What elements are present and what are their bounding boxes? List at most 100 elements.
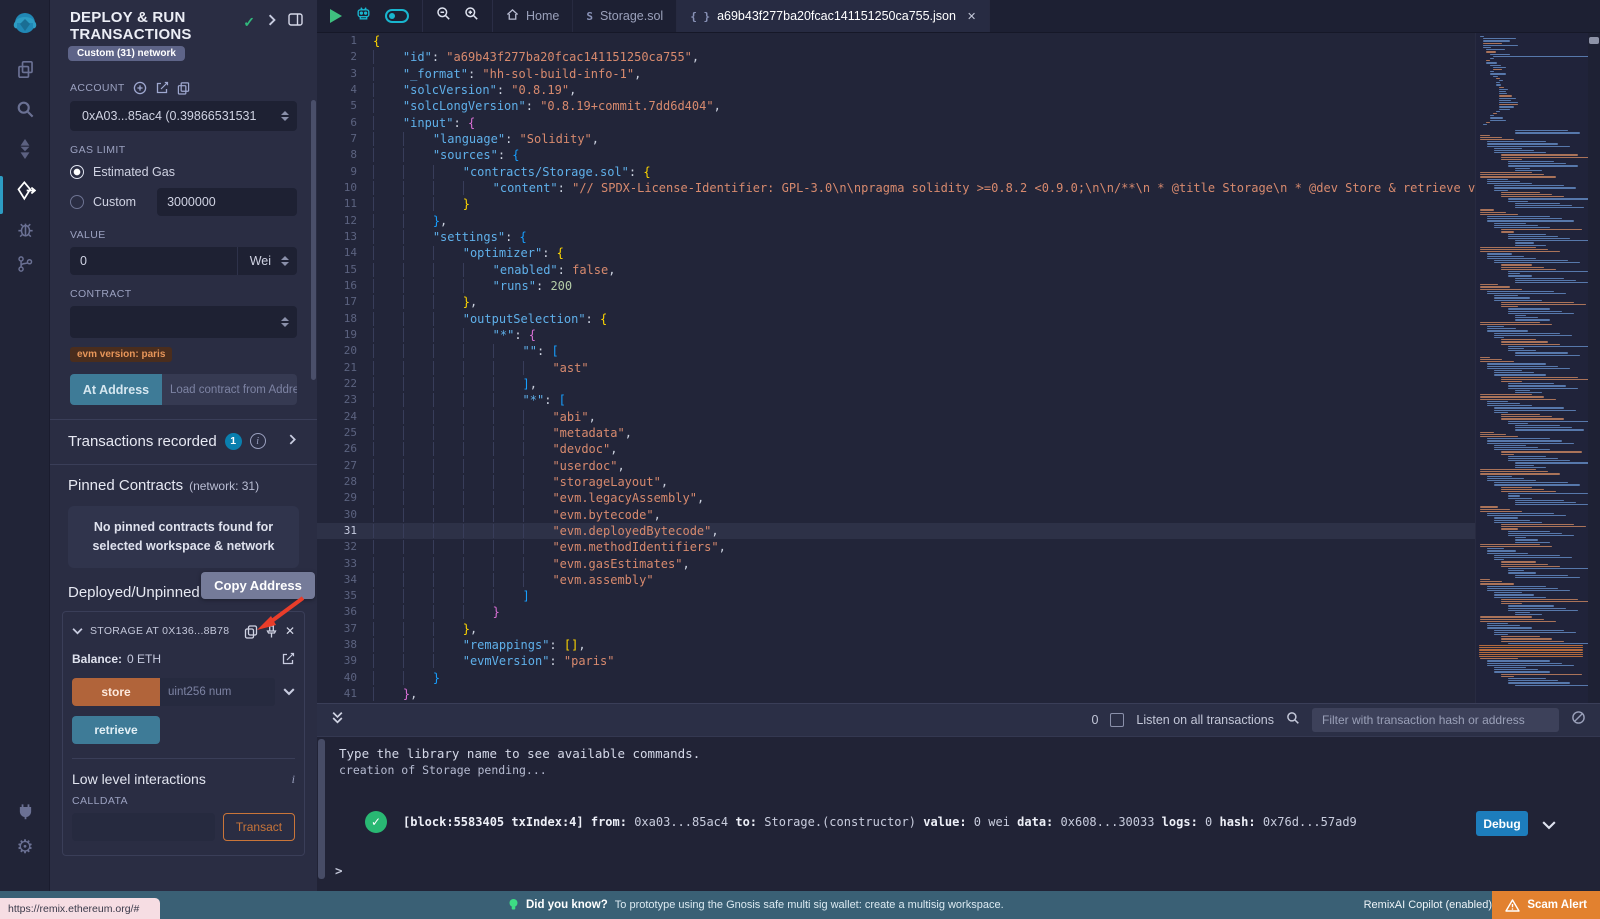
code-line[interactable]: 38 "remappings": [], — [317, 637, 1475, 653]
code-line[interactable]: 34 "evm.assembly" — [317, 572, 1475, 588]
code-line[interactable]: 4 "solcVersion": "0.8.19", — [317, 82, 1475, 98]
contract-instance-title[interactable]: STORAGE AT 0X136...8B78 — [90, 625, 237, 637]
collapse-terminal-icon[interactable] — [331, 711, 344, 730]
code-line[interactable]: 30 "evm.bytecode", — [317, 507, 1475, 523]
retrieve-button[interactable]: retrieve — [72, 716, 160, 744]
terminal-prompt[interactable]: > — [335, 863, 343, 878]
estimated-gas-radio[interactable] — [70, 165, 84, 179]
code-editor[interactable]: 1{2 "id": "a69b43f277ba20fcac141151250ca… — [317, 33, 1600, 703]
code-line[interactable]: 15 "enabled": false, — [317, 262, 1475, 278]
code-line[interactable]: 23 "*": [ — [317, 392, 1475, 408]
line-number[interactable]: 32 — [317, 539, 373, 555]
line-number[interactable]: 33 — [317, 556, 373, 572]
code-line[interactable]: 28 "storageLayout", — [317, 474, 1475, 490]
chevron-right-icon[interactable] — [267, 14, 277, 26]
line-number[interactable]: 21 — [317, 360, 373, 376]
expand-args-chevron-icon[interactable] — [283, 683, 295, 701]
code-line[interactable]: 18 "outputSelection": { — [317, 311, 1475, 327]
contract-select[interactable] — [70, 306, 297, 338]
file-explorer-icon[interactable] — [0, 60, 50, 79]
store-button[interactable]: store — [72, 678, 160, 706]
code-line[interactable]: 29 "evm.legacyAssembly", — [317, 490, 1475, 506]
code-line[interactable]: 11 } — [317, 196, 1475, 212]
code-line[interactable]: 31 "evm.deployedBytecode", — [317, 523, 1475, 539]
line-number[interactable]: 37 — [317, 621, 373, 637]
panel-scrollbar[interactable] — [311, 100, 316, 380]
git-branch-icon[interactable] — [0, 255, 50, 273]
code-line[interactable]: 10 "content": "// SPDX-License-Identifie… — [317, 180, 1475, 196]
code-lines[interactable]: 1{2 "id": "a69b43f277ba20fcac141151250ca… — [317, 33, 1475, 702]
custom-gas-input[interactable] — [157, 188, 297, 216]
transactions-recorded-row[interactable]: Transactions recorded 1 i — [50, 420, 317, 450]
code-line[interactable]: 36 } — [317, 604, 1475, 620]
solidity-compiler-icon[interactable] — [0, 139, 50, 159]
zoom-in-icon[interactable] — [464, 6, 479, 26]
zoom-out-icon[interactable] — [436, 6, 451, 26]
line-number[interactable]: 36 — [317, 604, 373, 620]
code-line[interactable]: 41 }, — [317, 686, 1475, 702]
code-line[interactable]: 35 ] — [317, 588, 1475, 604]
copy-account-icon[interactable] — [177, 81, 190, 95]
run-script-icon[interactable] — [330, 9, 342, 23]
line-number[interactable]: 24 — [317, 409, 373, 425]
minimap[interactable] — [1475, 33, 1588, 703]
debug-button[interactable]: Debug — [1476, 811, 1528, 836]
code-line[interactable]: 32 "evm.methodIdentifiers", — [317, 539, 1475, 555]
code-line[interactable]: 25 "metadata", — [317, 425, 1475, 441]
line-number[interactable]: 3 — [317, 66, 373, 82]
calldata-input[interactable] — [72, 813, 215, 841]
expand-chevron-icon[interactable] — [288, 432, 297, 450]
line-number[interactable]: 25 — [317, 425, 373, 441]
code-line[interactable]: 6 "input": { — [317, 115, 1475, 131]
search-icon[interactable] — [0, 100, 50, 119]
estimated-gas-option[interactable]: Estimated Gas — [70, 165, 297, 179]
code-line[interactable]: 24 "abi", — [317, 409, 1475, 425]
collapse-chevron-icon[interactable] — [72, 622, 83, 640]
code-line[interactable]: 5 "solcLongVersion": "0.8.19+commit.7dd6… — [317, 98, 1475, 114]
code-line[interactable]: 27 "userdoc", — [317, 458, 1475, 474]
code-line[interactable]: 2 "id": "a69b43f277ba20fcac141151250ca75… — [317, 49, 1475, 65]
copilot-status[interactable]: RemixAI Copilot (enabled) — [1364, 891, 1492, 919]
at-address-button[interactable]: At Address — [70, 374, 162, 405]
line-number[interactable]: 41 — [317, 686, 373, 702]
edit-balance-icon[interactable] — [281, 652, 295, 666]
code-line[interactable]: 9 "contracts/Storage.sol": { — [317, 164, 1475, 180]
terminal-body[interactable]: Type the library name to see available c… — [317, 737, 1600, 889]
code-line[interactable]: 37 }, — [317, 621, 1475, 637]
listen-all-checkbox[interactable] — [1110, 713, 1124, 727]
scam-alert-badge[interactable]: Scam Alert — [1492, 891, 1600, 919]
line-number[interactable]: 5 — [317, 98, 373, 114]
line-number[interactable]: 16 — [317, 278, 373, 294]
tab-storage-sol[interactable]: S Storage.sol — [573, 0, 677, 32]
scrollbar-thumb[interactable] — [1589, 37, 1599, 44]
tab-home[interactable]: Home — [493, 0, 573, 32]
code-line[interactable]: 20 "": [ — [317, 343, 1475, 359]
code-line[interactable]: 16 "runs": 200 — [317, 278, 1475, 294]
tab-json-file[interactable]: { } a69b43f277ba20fcac141151250ca755.jso… — [677, 0, 990, 32]
line-number[interactable]: 35 — [317, 588, 373, 604]
filter-transactions-input[interactable] — [1312, 708, 1559, 732]
add-account-icon[interactable] — [133, 81, 147, 95]
plugin-manager-icon[interactable] — [0, 802, 50, 821]
code-line[interactable]: 33 "evm.gasEstimates", — [317, 556, 1475, 572]
code-line[interactable]: 21 "ast" — [317, 360, 1475, 376]
settings-gear-icon[interactable]: ⚙ — [0, 836, 50, 859]
line-number[interactable]: 9 — [317, 164, 373, 180]
code-line[interactable]: 14 "optimizer": { — [317, 245, 1475, 261]
line-number[interactable]: 26 — [317, 441, 373, 457]
line-number[interactable]: 38 — [317, 637, 373, 653]
line-number[interactable]: 34 — [317, 572, 373, 588]
line-number[interactable]: 20 — [317, 343, 373, 359]
line-number[interactable]: 19 — [317, 327, 373, 343]
line-number[interactable]: 10 — [317, 180, 373, 196]
pin-panel-icon[interactable] — [288, 13, 303, 26]
line-number[interactable]: 28 — [317, 474, 373, 490]
line-number[interactable]: 27 — [317, 458, 373, 474]
code-line[interactable]: 22 ], — [317, 376, 1475, 392]
line-number[interactable]: 40 — [317, 670, 373, 686]
ai-copilot-robot-icon[interactable] — [355, 5, 372, 27]
info-icon[interactable]: i — [250, 433, 266, 449]
code-line[interactable]: 13 "settings": { — [317, 229, 1475, 245]
custom-gas-radio[interactable] — [70, 195, 84, 209]
code-line[interactable]: 26 "devdoc", — [317, 441, 1475, 457]
